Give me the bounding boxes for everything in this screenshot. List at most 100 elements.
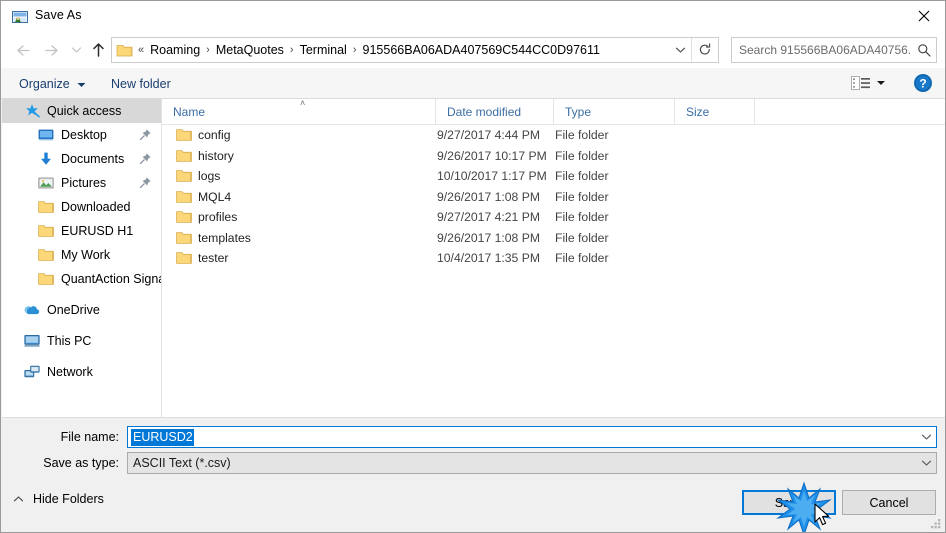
- sidebar-item-network[interactable]: Network: [2, 360, 161, 384]
- sidebar-item-downloaded[interactable]: Downloaded: [2, 195, 161, 219]
- documents-download-icon: [38, 151, 54, 167]
- help-button[interactable]: ?: [913, 73, 933, 93]
- save-as-type-label: Save as type:: [43, 456, 119, 470]
- sidebar-item-documents[interactable]: Documents: [2, 147, 161, 171]
- new-folder-button[interactable]: New folder: [107, 73, 175, 94]
- save-button[interactable]: Save: [742, 490, 836, 515]
- table-row[interactable]: tester 10/4/2017 1:35 PM File folder: [162, 248, 945, 269]
- pin-icon[interactable]: [139, 128, 152, 141]
- cell-date_modified: 9/27/2017 4:44 PM: [437, 128, 540, 143]
- table-row[interactable]: config 9/27/2017 4:44 PM File folder: [162, 125, 945, 146]
- file-name-input[interactable]: EURUSD2: [127, 426, 937, 448]
- sidebar-item-label: Quick access: [47, 104, 122, 118]
- refresh-button[interactable]: [691, 38, 718, 62]
- breadcrumb-item-terminal[interactable]: Terminal: [297, 42, 350, 58]
- this-pc-icon: [24, 333, 40, 349]
- table-row[interactable]: templates 9/26/2017 1:08 PM File folder: [162, 228, 945, 249]
- cell-size: [676, 125, 754, 146]
- pin-icon[interactable]: [139, 152, 152, 165]
- column-header-date-modified[interactable]: Date modified: [435, 99, 553, 124]
- onedrive-cloud-icon: [24, 302, 40, 318]
- arrow-up-icon: [92, 43, 104, 57]
- hide-folders-button[interactable]: Hide Folders: [13, 492, 104, 506]
- pictures-icon: [38, 175, 54, 191]
- save-as-type-select[interactable]: ASCII Text (*.csv): [127, 452, 937, 474]
- view-mode-button[interactable]: [849, 72, 893, 94]
- breadcrumb-separator[interactable]: ›: [287, 44, 297, 56]
- search-input[interactable]: [732, 42, 912, 58]
- folder-icon: [38, 271, 54, 287]
- search-icon[interactable]: [912, 43, 936, 57]
- save-as-type-value: ASCII Text (*.csv): [133, 456, 231, 470]
- refresh-icon: [699, 43, 711, 55]
- chevron-down-icon: [675, 47, 685, 53]
- column-header-size[interactable]: Size: [674, 99, 754, 124]
- pin-icon[interactable]: [139, 176, 152, 189]
- cancel-button[interactable]: Cancel: [842, 490, 936, 515]
- navigation-pane: Quick access Desktop Documents Pictures Down…: [2, 99, 161, 417]
- breadcrumb-item-metaquotes[interactable]: MetaQuotes: [213, 42, 287, 58]
- column-header-name[interactable]: Name: [162, 99, 435, 124]
- column-header-type[interactable]: Type: [553, 99, 674, 124]
- save-as-type-dropdown-button[interactable]: [917, 453, 935, 473]
- save-as-app-icon: [12, 9, 28, 25]
- cell-type: File folder: [555, 148, 609, 163]
- table-row[interactable]: profiles 9/27/2017 4:21 PM File folder: [162, 207, 945, 228]
- table-row[interactable]: MQL4 9/26/2017 1:08 PM File folder: [162, 187, 945, 208]
- column-header-blank[interactable]: [754, 99, 945, 124]
- chevron-down-icon: [71, 47, 81, 53]
- file-name-label: File name:: [60, 430, 119, 444]
- close-button[interactable]: [901, 1, 945, 31]
- back-button[interactable]: [9, 36, 35, 64]
- sidebar-item-label: Desktop: [61, 128, 107, 142]
- sidebar-item-eurusd-h1[interactable]: EURUSD H1: [2, 219, 161, 243]
- list-view-icon: [851, 76, 885, 90]
- table-row[interactable]: logs 10/10/2017 1:17 PM File folder: [162, 166, 945, 187]
- file-name-dropdown-button[interactable]: [917, 427, 935, 447]
- sidebar-item-desktop[interactable]: Desktop: [2, 123, 161, 147]
- recent-locations-button[interactable]: [67, 36, 85, 64]
- breadcrumb-separator[interactable]: ›: [203, 44, 213, 56]
- folder-icon: [176, 251, 192, 265]
- cell-type: File folder: [555, 210, 609, 225]
- sidebar-item-label: QuantAction Signal: [61, 272, 161, 286]
- resize-grip-icon[interactable]: [930, 516, 943, 529]
- chevron-down-icon: [77, 77, 86, 91]
- cell-size: [676, 228, 754, 249]
- sidebar-item-pictures[interactable]: Pictures: [2, 171, 161, 195]
- column-header-label: Date modified: [447, 104, 522, 119]
- breadcrumb-overflow[interactable]: «: [135, 44, 147, 56]
- forward-button[interactable]: [39, 36, 65, 64]
- cell-name: templates: [198, 230, 251, 245]
- sidebar-item-quick-access[interactable]: Quick access: [2, 99, 161, 123]
- column-header-label: Name: [173, 104, 206, 119]
- sidebar-item-this-pc[interactable]: This PC: [2, 329, 161, 353]
- sidebar-item-label: EURUSD H1: [61, 224, 134, 238]
- sidebar-item-onedrive[interactable]: OneDrive: [2, 298, 161, 322]
- folder-icon: [116, 43, 133, 58]
- cell-date_modified: 9/26/2017 10:17 PM: [437, 148, 547, 163]
- sidebar-item-my-work[interactable]: My Work: [2, 243, 161, 267]
- address-bar[interactable]: « Roaming › MetaQuotes › Terminal › 9155…: [111, 37, 719, 63]
- folder-icon: [176, 190, 192, 204]
- sidebar-item-label: This PC: [47, 334, 92, 348]
- cell-type: File folder: [555, 189, 609, 204]
- cell-name: MQL4: [198, 189, 232, 204]
- breadcrumb-separator[interactable]: ›: [350, 44, 360, 56]
- search-box[interactable]: [731, 37, 937, 63]
- sidebar-item-label: Documents: [61, 152, 125, 166]
- navigation-bar: « Roaming › MetaQuotes › Terminal › 9155…: [1, 32, 945, 68]
- breadcrumb-item-guid[interactable]: 915566BA06ADA407569C544CC0D97611: [360, 42, 603, 58]
- table-row[interactable]: history 9/26/2017 10:17 PM File folder: [162, 146, 945, 167]
- sidebar-item-quantaction-signal[interactable]: QuantAction Signal: [2, 267, 161, 291]
- up-one-level-button[interactable]: [85, 36, 111, 64]
- cell-name: tester: [198, 251, 229, 266]
- chevron-down-icon: [921, 460, 931, 466]
- organize-button[interactable]: Organize: [15, 73, 90, 94]
- desktop-icon: [38, 127, 54, 143]
- address-dropdown-button[interactable]: [670, 38, 690, 62]
- column-header-row: Name Date modified Type Size ˄: [162, 99, 945, 125]
- cell-date_modified: 10/4/2017 1:35 PM: [437, 251, 540, 266]
- breadcrumb-item-roaming[interactable]: Roaming: [147, 42, 203, 58]
- network-icon: [24, 364, 40, 380]
